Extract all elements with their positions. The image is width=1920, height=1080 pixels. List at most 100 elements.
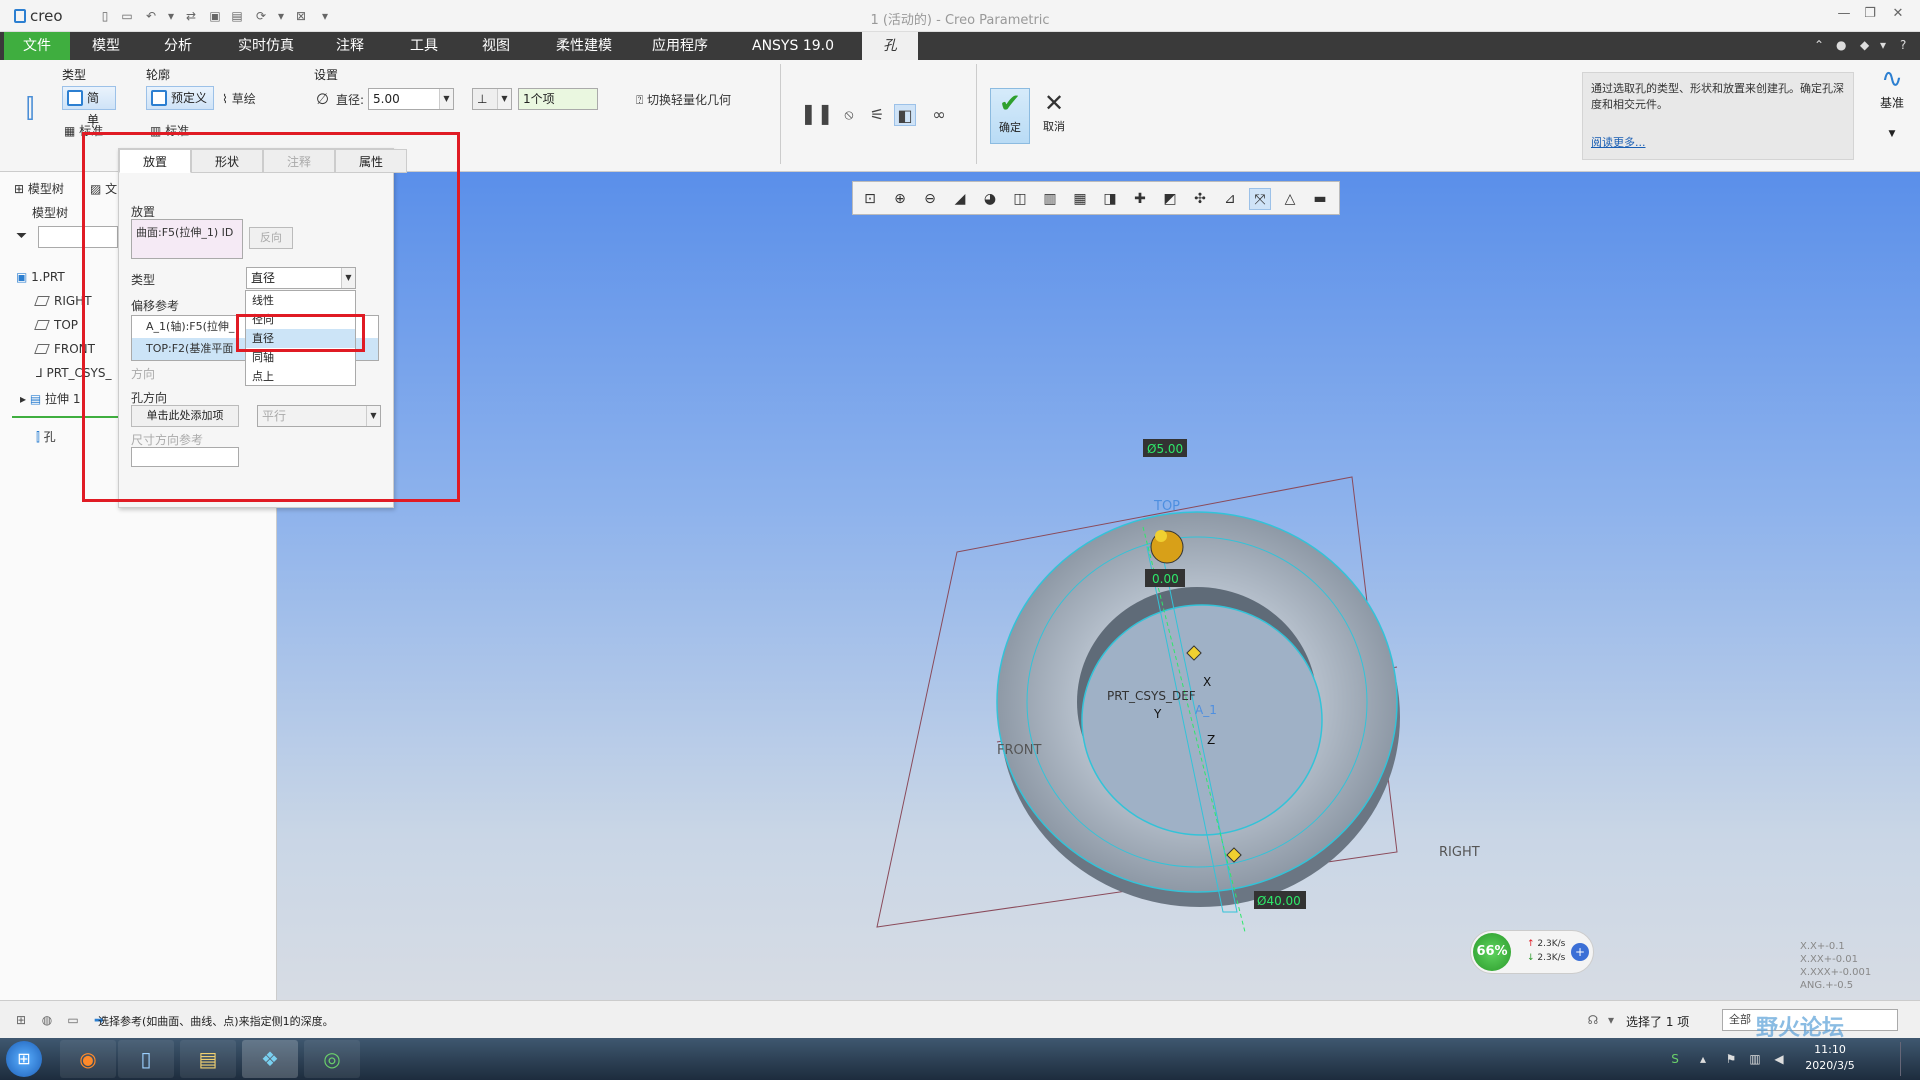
tab-hole[interactable]: 孔: [862, 32, 918, 60]
expand-arrow-icon[interactable]: ▸: [20, 392, 26, 406]
tree-item-part[interactable]: ▣ 1.PRT: [16, 270, 65, 284]
minimize-icon[interactable]: —: [1834, 6, 1854, 26]
pause-icon[interactable]: ❚❚: [800, 102, 834, 124]
help-text: 通过选取孔的类型、形状和放置来创建孔。确定孔深度和相交元件。: [1591, 82, 1844, 111]
user-icon[interactable]: ●: [1836, 38, 1846, 52]
diameter-input[interactable]: 5.00 ▼: [368, 88, 454, 110]
tree-icon: ⊞: [14, 182, 25, 196]
csys-display-icon[interactable]: ⤧: [1249, 188, 1271, 210]
section-icon[interactable]: ◨: [1099, 188, 1121, 210]
type-group-label: 类型: [62, 68, 87, 82]
help-icon[interactable]: ?: [1900, 38, 1906, 52]
graphics-toolbar: ⊡ ⊕ ⊖ ◢ ◕ ◫ ▥ ▦ ◨ ✚ ◩ ✣ ⊿ ⤧ △ ▬: [852, 181, 1340, 215]
taskbar-clock[interactable]: 11:10 2020/3/5: [1800, 1042, 1860, 1074]
datum-curve-icon: ∿: [1881, 64, 1903, 94]
depth-dropdown-icon[interactable]: ▼: [497, 89, 511, 109]
plane-display-icon[interactable]: ⊿: [1219, 188, 1241, 210]
boost-icon[interactable]: +: [1571, 943, 1589, 961]
collapse-ribbon-icon[interactable]: ⌃: [1814, 38, 1824, 52]
attached-preview-icon[interactable]: ⚟: [866, 104, 888, 126]
perspective-icon[interactable]: ▦: [1069, 188, 1091, 210]
zoom-out-icon[interactable]: ⊖: [919, 188, 941, 210]
start-button-icon[interactable]: ⊞: [6, 1041, 42, 1077]
tab-simulation[interactable]: 实时仿真: [226, 32, 306, 60]
notepad-icon[interactable]: ▯: [118, 1040, 174, 1078]
more-display-icon[interactable]: ▬: [1309, 188, 1331, 210]
ring-inner-hole[interactable]: [1081, 604, 1323, 836]
wechat-icon[interactable]: ◎: [304, 1040, 360, 1078]
taskbar: ⊞ ◉ ▯ ▤ ❖ ◎ S ▴ ⚑ ▥ ◀ 11:10 2020/3/5: [0, 1038, 1920, 1080]
tab-flexible-modeling[interactable]: 柔性建模: [544, 32, 624, 60]
tab-tools[interactable]: 工具: [396, 32, 452, 60]
handle-dot[interactable]: [1155, 530, 1167, 542]
sketch-profile-button[interactable]: ⌇ 草绘: [222, 90, 256, 107]
point-display-icon[interactable]: △: [1279, 188, 1301, 210]
zoom-in-icon[interactable]: ⊕: [889, 188, 911, 210]
display-style-icon[interactable]: ◕: [979, 188, 1001, 210]
close-icon[interactable]: ✕: [1888, 6, 1908, 26]
tray-expand-icon[interactable]: ▴: [1696, 1052, 1710, 1066]
tray-volume-icon[interactable]: ◀: [1772, 1052, 1786, 1066]
annotation-display-icon[interactable]: ◩: [1159, 188, 1181, 210]
binoculars-icon[interactable]: ☊: [1586, 1013, 1600, 1027]
tray-flag-icon[interactable]: ⚑: [1724, 1052, 1738, 1066]
tree-item-top[interactable]: TOP: [34, 318, 78, 332]
fullscreen-icon[interactable]: ▭: [66, 1013, 80, 1027]
filter-icon[interactable]: ⏷: [16, 228, 27, 244]
tree-item-hole[interactable]: ⫿ 孔: [36, 428, 56, 445]
tab-analysis[interactable]: 分析: [150, 32, 206, 60]
tray-s-icon[interactable]: S: [1668, 1052, 1682, 1066]
datum-plane-icon: [34, 320, 50, 330]
diameter-dropdown-icon[interactable]: ▼: [439, 89, 453, 109]
layout-icon[interactable]: ⊞: [14, 1013, 28, 1027]
saved-orientations-icon[interactable]: ◫: [1009, 188, 1031, 210]
datum-dropdown-icon[interactable]: ▼: [1868, 129, 1916, 139]
show-desktop-button[interactable]: [1900, 1042, 1914, 1076]
repaint-icon[interactable]: ◢: [949, 188, 971, 210]
view-manager-icon[interactable]: ▥: [1039, 188, 1061, 210]
ok-button[interactable]: ✔ 确定: [990, 88, 1030, 144]
cancel-button[interactable]: ✕ 取消: [1036, 88, 1072, 144]
axis-x-label: X: [1203, 675, 1211, 689]
tab-view[interactable]: 视图: [468, 32, 524, 60]
refit-icon[interactable]: ⊡: [859, 188, 881, 210]
tab-ansys[interactable]: ANSYS 19.0: [742, 32, 844, 60]
maximize-icon[interactable]: ❐: [1860, 6, 1880, 26]
find-dropdown-icon[interactable]: ▾: [1604, 1013, 1618, 1027]
graphics-viewport[interactable]: Ø5.00 0.00 Ø40.00 TOP FRONT RIGHT PRT_CS…: [277, 172, 1920, 1000]
explorer-icon[interactable]: ▤: [180, 1040, 236, 1078]
model-tree-tab[interactable]: ⊞ 模型树: [14, 180, 64, 197]
options-dropdown-icon[interactable]: ▾: [1880, 38, 1886, 52]
verify-glasses-icon[interactable]: ∞: [928, 104, 950, 126]
depth-option-dropdown[interactable]: ⊥ ▼: [472, 88, 512, 110]
dimension-diameter-bottom[interactable]: Ø40.00: [1257, 894, 1301, 908]
tab-file[interactable]: 文件: [4, 32, 70, 60]
datum-display-icon[interactable]: ✚: [1129, 188, 1151, 210]
lightweight-toggle[interactable]: ⍰ 切换轻量化几何: [636, 91, 731, 108]
tab-model[interactable]: 模型: [78, 32, 134, 60]
predefined-profile-button[interactable]: 预定义: [146, 86, 214, 110]
no-preview-icon[interactable]: ⦸: [838, 104, 860, 126]
lightweight-icon: ⍰: [636, 93, 644, 107]
spin-center-icon[interactable]: ✣: [1189, 188, 1211, 210]
dimension-diameter-top[interactable]: Ø5.00: [1147, 442, 1183, 456]
network-speed-widget[interactable]: 66% ↑ 2.3K/s ↓ 2.3K/s +: [1470, 930, 1594, 974]
datum-plane-icon: [34, 344, 50, 354]
help-box: 通过选取孔的类型、形状和放置来创建孔。确定孔深度和相交元件。 阅读更多...: [1582, 72, 1854, 160]
depth-reference-field[interactable]: 1个项: [518, 88, 598, 110]
dimension-offset[interactable]: 0.00: [1152, 572, 1179, 586]
graduation-cap-icon[interactable]: ◆: [1860, 38, 1869, 52]
read-more-link[interactable]: 阅读更多...: [1591, 135, 1646, 151]
ribbon-separator: [780, 64, 781, 164]
tab-applications[interactable]: 应用程序: [640, 32, 720, 60]
dynamic-preview-icon[interactable]: ◧: [894, 104, 916, 126]
creo-task-icon[interactable]: ❖: [242, 1040, 298, 1078]
model-graphics[interactable]: Ø5.00 0.00 Ø40.00 TOP FRONT RIGHT PRT_CS…: [277, 172, 1920, 1000]
firefox-icon[interactable]: ◉: [60, 1040, 116, 1078]
datum-button[interactable]: ∿ 基准 ▼: [1868, 64, 1916, 164]
tab-annotate[interactable]: 注释: [322, 32, 378, 60]
tree-item-extrude[interactable]: ▸ ▤ 拉伸 1: [20, 390, 80, 407]
simple-hole-button[interactable]: 简单: [62, 86, 116, 127]
tray-network-icon[interactable]: ▥: [1748, 1052, 1762, 1066]
browser-icon[interactable]: ◍: [40, 1013, 54, 1027]
